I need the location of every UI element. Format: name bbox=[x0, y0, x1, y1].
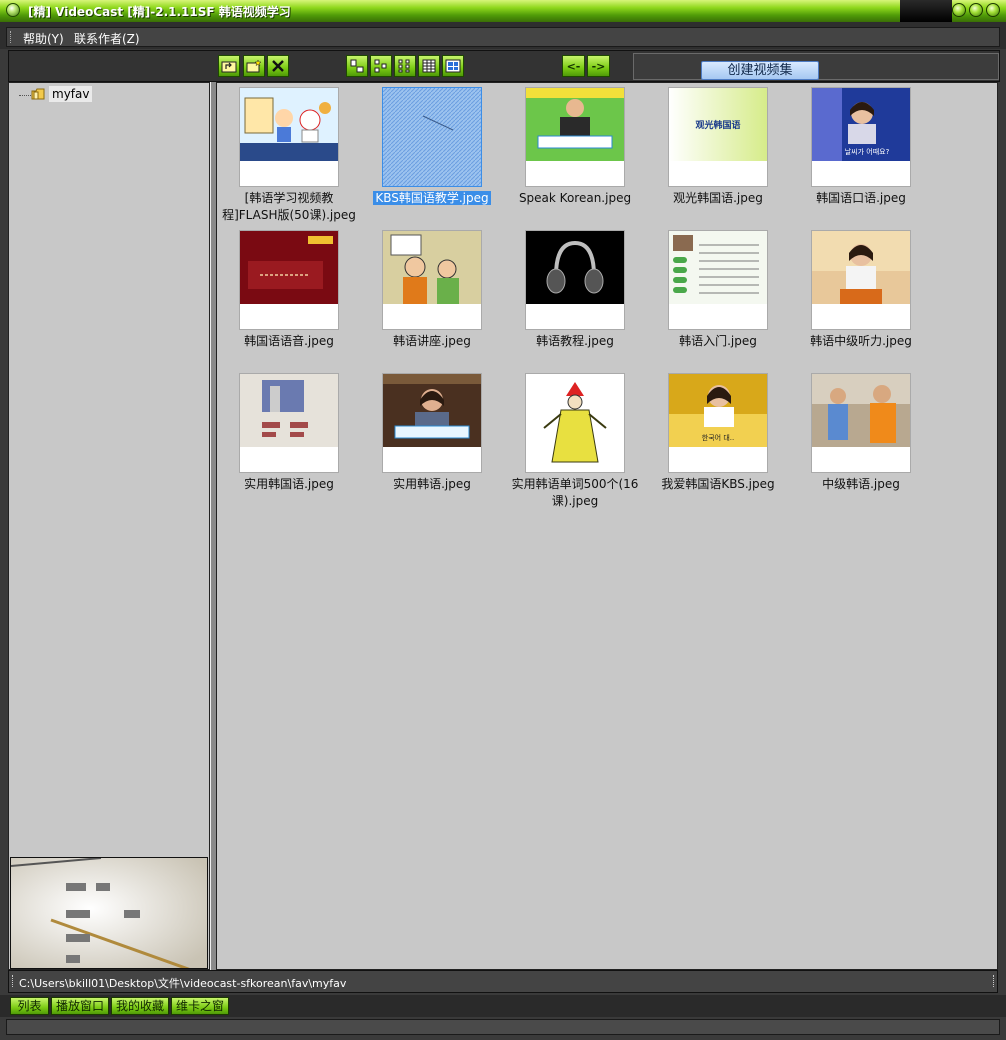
view-thumbnail-icon[interactable] bbox=[442, 55, 464, 77]
file-thumbnail: 观光韩国语 bbox=[668, 87, 768, 187]
file-label: Speak Korean.jpeg bbox=[518, 191, 632, 205]
view-details-icon[interactable] bbox=[418, 55, 440, 77]
current-path: C:\Users\bkill01\Desktop\文件\videocast-sf… bbox=[19, 977, 347, 990]
delete-icon[interactable] bbox=[267, 55, 289, 77]
file-thumbnail bbox=[382, 373, 482, 473]
file-thumbnail bbox=[525, 373, 625, 473]
menu-bar: 帮助(Y) 联系作者(Z) bbox=[0, 22, 1006, 49]
toolbar: <- -> 创建视频集 bbox=[8, 50, 1000, 82]
folder-tree-pane: myfav bbox=[8, 82, 210, 970]
file-label: 中级韩语.jpeg bbox=[822, 477, 900, 491]
file-label: KBS韩国语教学.jpeg bbox=[360, 190, 504, 207]
window-title: [精] VideoCast [精]-2.1.11SF 韩语视频学习 bbox=[28, 5, 291, 19]
file-thumbnail bbox=[525, 230, 625, 330]
tab-bar: 列表 播放窗口 我的收藏 维卡之窗 bbox=[0, 995, 1006, 1017]
file-thumbnail: 날씨가 어때요? bbox=[811, 87, 911, 187]
tab-wiki-window[interactable]: 维卡之窗 bbox=[171, 997, 229, 1015]
file-label: 实用韩国语.jpeg bbox=[244, 477, 334, 491]
file-thumbnail bbox=[239, 87, 339, 187]
file-label: 韩语教程.jpeg bbox=[536, 334, 614, 348]
menu-contact-author[interactable]: 联系作者(Z) bbox=[74, 30, 140, 47]
app-icon[interactable] bbox=[6, 3, 20, 17]
thumb-title-text: 观光韩国语 bbox=[695, 119, 740, 131]
file-label: 韩国语语音.jpeg bbox=[244, 334, 334, 348]
bottom-bar-panel bbox=[6, 1019, 1000, 1035]
file-thumbnail bbox=[382, 87, 482, 187]
file-label: 实用韩语.jpeg bbox=[393, 477, 471, 491]
forward-arrow-icon[interactable]: -> bbox=[587, 55, 610, 77]
file-label: 韩语入门.jpeg bbox=[679, 334, 757, 348]
file-label: 韩语中级听力.jpeg bbox=[810, 334, 912, 348]
view-small-icon[interactable] bbox=[370, 55, 392, 77]
file-thumbnail-pane: [韩语学习视频教程]FLASH版(50课).jpeg KBS韩国语教学.jpeg… bbox=[216, 82, 998, 970]
view-list-icon[interactable] bbox=[394, 55, 416, 77]
file-thumbnail bbox=[668, 230, 768, 330]
status-grip-right bbox=[993, 975, 995, 987]
file-thumbnail: 한국어 대.. bbox=[668, 373, 768, 473]
file-label: 我爱韩国语KBS.jpeg bbox=[661, 477, 775, 491]
folder-icon bbox=[31, 88, 45, 100]
tab-my-favorites[interactable]: 我的收藏 bbox=[111, 997, 169, 1015]
new-folder-icon[interactable] bbox=[243, 55, 265, 77]
thumb-caption-text: 날씨가 어때요? bbox=[845, 147, 890, 156]
preview-frame bbox=[11, 858, 207, 968]
file-label-text: KBS韩国语教学.jpeg bbox=[373, 191, 491, 205]
file-label: [韩语学习视频教程]FLASH版(50课).jpeg bbox=[222, 191, 356, 222]
create-panel: 创建视频集 bbox=[633, 53, 999, 80]
file-thumbnail bbox=[382, 230, 482, 330]
create-video-set-button[interactable]: 创建视频集 bbox=[701, 61, 819, 80]
tab-list[interactable]: 列表 bbox=[10, 997, 49, 1015]
file-thumbnail bbox=[239, 373, 339, 473]
maximize-button[interactable] bbox=[969, 3, 983, 17]
file-thumbnail bbox=[525, 87, 625, 187]
file-thumbnail bbox=[811, 373, 911, 473]
tree-item-myfav[interactable]: myfav bbox=[49, 86, 93, 102]
title-bar: [精] VideoCast [精]-2.1.11SF 韩语视频学习 bbox=[0, 0, 1006, 23]
file-thumbnail bbox=[811, 230, 911, 330]
menu-help[interactable]: 帮助(Y) bbox=[23, 30, 64, 47]
back-arrow-icon[interactable]: <- bbox=[562, 55, 585, 77]
close-button[interactable] bbox=[986, 3, 1000, 17]
status-bar: C:\Users\bkill01\Desktop\文件\videocast-sf… bbox=[8, 970, 998, 993]
folder-up-icon[interactable] bbox=[218, 55, 240, 77]
file-label: 韩国语口语.jpeg bbox=[816, 191, 906, 205]
file-label: 韩语讲座.jpeg bbox=[393, 334, 471, 348]
minimize-button[interactable] bbox=[952, 3, 966, 17]
thumb-caption-text: 한국어 대.. bbox=[702, 433, 734, 442]
tab-player-window[interactable]: 播放窗口 bbox=[51, 997, 109, 1015]
title-bar-decoration bbox=[900, 0, 952, 22]
menu-grip[interactable] bbox=[10, 31, 14, 43]
view-large-icon[interactable] bbox=[346, 55, 368, 77]
file-thumbnail bbox=[239, 230, 339, 330]
file-label: 实用韩语单词500个(16课).jpeg bbox=[511, 477, 639, 508]
bottom-bar bbox=[0, 1017, 1006, 1040]
file-label: 观光韩国语.jpeg bbox=[673, 191, 763, 205]
video-preview[interactable] bbox=[10, 857, 208, 969]
status-grip-left bbox=[12, 975, 14, 987]
